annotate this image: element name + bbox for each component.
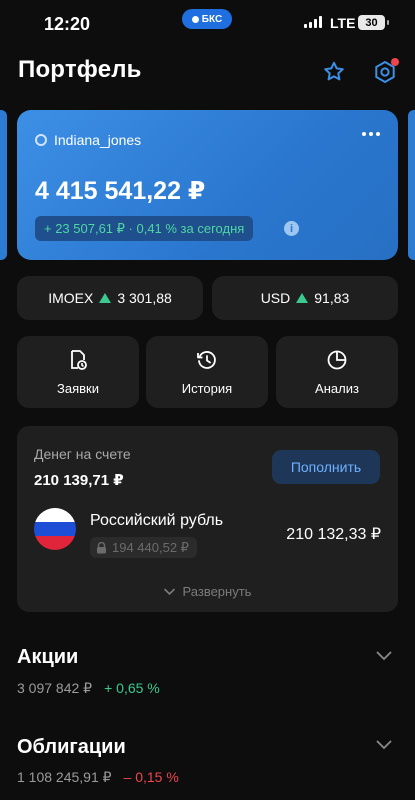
- orders-label: Заявки: [57, 381, 99, 396]
- network-type: LTE: [330, 15, 356, 31]
- bonds-section-title[interactable]: Облигации: [17, 736, 126, 759]
- ticker-usd[interactable]: USD 91,83: [212, 276, 398, 320]
- settings-gear-icon[interactable]: [371, 58, 399, 86]
- signal-icon: [304, 16, 322, 28]
- expand-button[interactable]: Развернуть: [17, 584, 398, 599]
- stocks-chevron-down-icon[interactable]: [374, 646, 394, 666]
- carrier-pill[interactable]: БКС: [182, 9, 232, 29]
- russian-flag-icon: [34, 508, 76, 550]
- ticker-value: 3 301,88: [117, 290, 172, 306]
- history-label: История: [181, 381, 233, 396]
- bonds-summary: 1 108 245,91 ₽ – 0,15 %: [17, 769, 179, 786]
- ticker-name: IMOEX: [48, 290, 94, 306]
- carrier-dot-icon: [191, 15, 199, 23]
- next-portfolio-card-peek[interactable]: [408, 110, 415, 260]
- account-user: Indiana_jones: [35, 132, 141, 148]
- portfolio-card[interactable]: Indiana_jones 4 415 541,22 ₽ + 23 507,61…: [17, 110, 398, 260]
- locked-amount: 194 440,52 ₽: [112, 539, 189, 555]
- bonds-change: – 0,15 %: [123, 769, 179, 785]
- info-icon-glyph: i: [289, 222, 294, 235]
- history-button[interactable]: История: [146, 336, 268, 408]
- lock-icon: [96, 541, 107, 554]
- bonds-chevron-down-icon[interactable]: [374, 735, 394, 755]
- bonds-value: 1 108 245,91 ₽: [17, 769, 112, 785]
- currency-amount: 210 132,33 ₽: [286, 526, 381, 543]
- stocks-summary: 3 097 842 ₽ + 0,65 %: [17, 680, 160, 697]
- stocks-section-title[interactable]: Акции: [17, 646, 78, 669]
- topup-button[interactable]: Пополнить: [272, 450, 380, 484]
- account-status-icon: [35, 134, 47, 146]
- portfolio-total: 4 415 541,22 ₽: [35, 177, 206, 205]
- carrier-pill-label: БКС: [201, 13, 223, 25]
- ticker-value: 91,83: [314, 290, 350, 306]
- status-time: 12:20: [44, 14, 91, 34]
- daily-change-text: + 23 507,61 ₽ · 0,41 % за сегодня: [44, 220, 245, 236]
- expand-label: Развернуть: [182, 584, 252, 599]
- up-arrow-icon: [296, 293, 309, 303]
- analysis-icon: [325, 348, 349, 375]
- battery-level: 30: [365, 16, 378, 29]
- status-bar: 12:20 БКС LTE 30: [0, 0, 415, 48]
- orders-button[interactable]: Заявки: [17, 336, 139, 408]
- currency-name[interactable]: Российский рубль: [90, 512, 223, 530]
- cash-balance-card: Денег на счете 210 139,71 ₽ Пополнить Ро…: [17, 426, 398, 612]
- favorites-star-icon[interactable]: [320, 58, 348, 86]
- ticker-imoex[interactable]: IMOEX 3 301,88: [17, 276, 203, 320]
- prev-portfolio-card-peek[interactable]: [0, 110, 7, 260]
- cash-amount: 210 139,71 ₽: [34, 472, 124, 489]
- stocks-value: 3 097 842 ₽: [17, 680, 93, 696]
- daily-change-badge: + 23 507,61 ₽ · 0,41 % за сегодня: [35, 216, 254, 241]
- more-dots-icon[interactable]: [362, 132, 380, 136]
- analysis-label: Анализ: [315, 381, 359, 396]
- chevron-down-icon: [163, 584, 175, 599]
- account-username: Indiana_jones: [54, 132, 142, 148]
- orders-icon: [66, 348, 90, 375]
- info-icon[interactable]: i: [284, 221, 299, 236]
- notification-badge: [391, 58, 399, 66]
- history-icon: [195, 348, 219, 375]
- analysis-button[interactable]: Анализ: [276, 336, 398, 408]
- locked-amount-badge: 194 440,52 ₽: [90, 537, 197, 558]
- stocks-change: + 0,65 %: [104, 680, 160, 696]
- up-arrow-icon: [99, 293, 112, 303]
- cash-label: Денег на счете: [34, 446, 131, 462]
- ticker-name: USD: [260, 290, 291, 306]
- battery-icon: 30: [358, 15, 389, 30]
- page-title: Портфель: [18, 56, 142, 83]
